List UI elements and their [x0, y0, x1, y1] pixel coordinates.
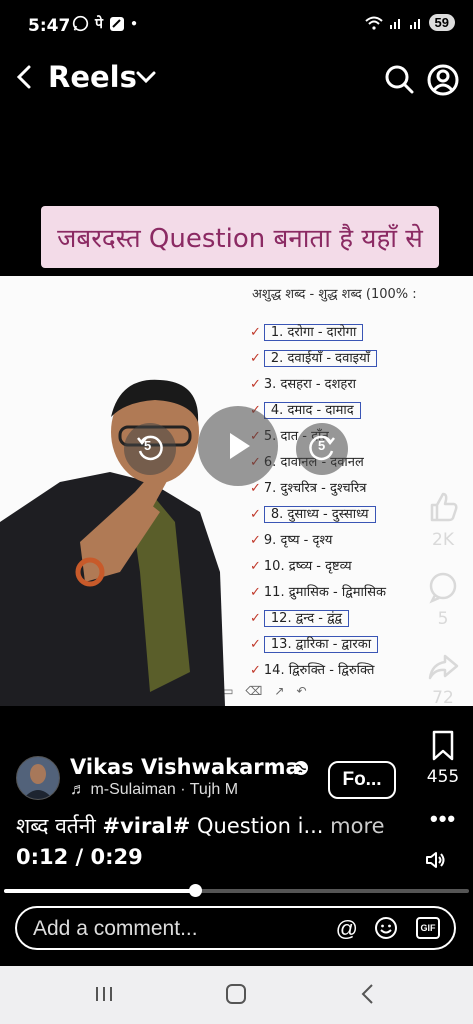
list-item: ✓ 9. दृष्य - दृश्य — [250, 533, 333, 548]
eraser-tool-icon: ⌫ — [245, 684, 263, 698]
tick-mark-icon: ✓ — [250, 507, 261, 522]
share-count: 72 — [432, 688, 454, 708]
presenter-image — [0, 379, 225, 706]
tick-mark-icon: ✓ — [250, 663, 261, 678]
list-item: ✓4. दमाद - दामाद — [250, 398, 386, 424]
list-item: ✓ 2. दवाईयाँ - दवाइयाँ — [250, 346, 386, 372]
rewind-seconds: 5 — [144, 438, 152, 453]
whatsapp-icon — [72, 15, 89, 32]
avatar-image — [17, 757, 59, 799]
music-note-icon: ♬ — [70, 781, 86, 798]
tick-mark-icon: ✓ — [250, 351, 261, 366]
video-progress-bar[interactable] — [4, 884, 469, 897]
tick-mark-icon: ✓ — [250, 533, 261, 548]
more-link[interactable]: more — [330, 814, 384, 838]
list-item: ✓ 7. दुश्चरित्र - दुश्चरित्र — [250, 481, 367, 496]
chevron-down-icon[interactable] — [136, 70, 156, 84]
pointer-tool-icon: ↗ — [274, 684, 285, 698]
progress-fill — [4, 889, 195, 893]
list-item: ✓ 3. दसहरा - दशहरा — [250, 377, 357, 392]
list-item: ✓ 12. द्वन्द - द्वंद्व — [250, 606, 386, 632]
tick-mark-icon: ✓ — [250, 559, 261, 574]
status-time: 5:47 — [28, 16, 71, 36]
avatar[interactable] — [16, 756, 60, 800]
home-icon[interactable] — [226, 984, 246, 1004]
board-heading: अशुद्ध शब्द - शुद्ध शब्द (100% : — [252, 287, 417, 302]
caption-text-end: Question i... — [190, 814, 324, 838]
signal-icon — [389, 18, 400, 29]
caption-text: शब्द वर्तनी — [16, 814, 103, 838]
battery-indicator: 59 — [428, 14, 455, 31]
list-item: ✓ 14. द्विरुक्ति - द्विरुक्ति — [250, 663, 375, 678]
gallery-icon — [109, 16, 124, 31]
tick-mark-icon: ✓ — [250, 637, 261, 652]
list-item: ✓ 11. द्रुमासिक - द्विमासिक — [250, 585, 386, 600]
current-time: 0:12 — [16, 845, 69, 869]
notification-dot-icon: ● — [130, 18, 137, 29]
save-icon[interactable] — [426, 728, 460, 762]
comment-placeholder: Add a comment... — [33, 917, 198, 940]
back-arrow-icon[interactable] — [14, 62, 34, 92]
progress-thumb[interactable] — [188, 884, 202, 897]
list-item: ✓ 13. द्वारिका - द्वारका — [250, 632, 386, 658]
more-options-icon[interactable]: ••• — [430, 806, 456, 832]
undo-tool-icon: ↶ — [296, 684, 307, 698]
author-name[interactable]: Vikas Vishwakarma — [70, 755, 300, 779]
gif-button[interactable]: GIF — [416, 917, 440, 939]
rewind-5-button[interactable]: 5 — [124, 423, 176, 475]
tick-mark-icon: ✓ — [250, 585, 261, 600]
like-icon[interactable] — [426, 490, 460, 524]
play-icon — [230, 433, 250, 459]
video-timecode: 0:12 / 0:29 — [16, 845, 143, 869]
emoji-icon[interactable] — [374, 916, 398, 940]
comment-count: 5 — [437, 609, 449, 629]
video-banner: जबरदस्त Question बनाता है यहाँ से — [41, 206, 439, 268]
mention-icon[interactable]: @ — [336, 916, 358, 942]
wifi-icon — [364, 16, 383, 30]
profile-icon[interactable] — [427, 64, 459, 96]
forward-5-button[interactable]: 5 — [296, 423, 348, 475]
music-info[interactable]: ♬ m-Sulaiman · Tujh M — [70, 781, 266, 799]
play-button[interactable] — [198, 406, 278, 486]
status-bar: 5:47 पे ● 59 — [0, 0, 473, 52]
like-count: 2K — [432, 530, 454, 550]
save-count: 455 — [426, 767, 460, 787]
volume-icon[interactable] — [424, 848, 448, 872]
caption-hashtag[interactable]: #viral# — [103, 814, 191, 838]
list-item: ✓ 8. दुसाध्य - दुस्साध्य — [250, 502, 386, 528]
follow-button[interactable]: Fo... — [328, 761, 396, 799]
share-icon[interactable] — [426, 650, 460, 684]
duration: 0:29 — [90, 845, 143, 869]
word-list: ✓ 1. दरोगा - दारोगा ✓ 2. दवाईयाँ - दवाइयाँ… — [250, 320, 386, 684]
system-nav-bar — [0, 966, 473, 1024]
music-label: m-Sulaiman · Tujh M — [90, 781, 239, 798]
signal-icon-2 — [409, 18, 420, 29]
list-item: ✓ 1. दरोगा - दारोगा — [250, 320, 386, 346]
globe-icon — [294, 761, 308, 775]
tick-mark-icon: ✓ — [250, 377, 261, 392]
recents-icon[interactable] — [94, 984, 114, 1004]
tick-mark-icon: ✓ — [250, 611, 261, 626]
system-back-icon[interactable] — [360, 982, 376, 1006]
phonepe-icon: पे — [95, 15, 103, 31]
search-icon[interactable] — [384, 64, 414, 94]
forward-seconds: 5 — [318, 438, 326, 453]
comment-icon[interactable] — [426, 570, 460, 604]
status-notification-icons: पे ● — [72, 14, 137, 33]
page-title[interactable]: Reels — [48, 60, 137, 94]
post-caption[interactable]: शब्द वर्तनी #viral# Question i... more — [16, 812, 385, 840]
status-system-icons: 59 — [364, 14, 455, 31]
tick-mark-icon: ✓ — [250, 325, 261, 340]
comment-input[interactable]: Add a comment... @ GIF — [15, 906, 456, 950]
list-item: ✓ 10. द्रष्व्य - दृष्टव्य — [250, 559, 352, 574]
